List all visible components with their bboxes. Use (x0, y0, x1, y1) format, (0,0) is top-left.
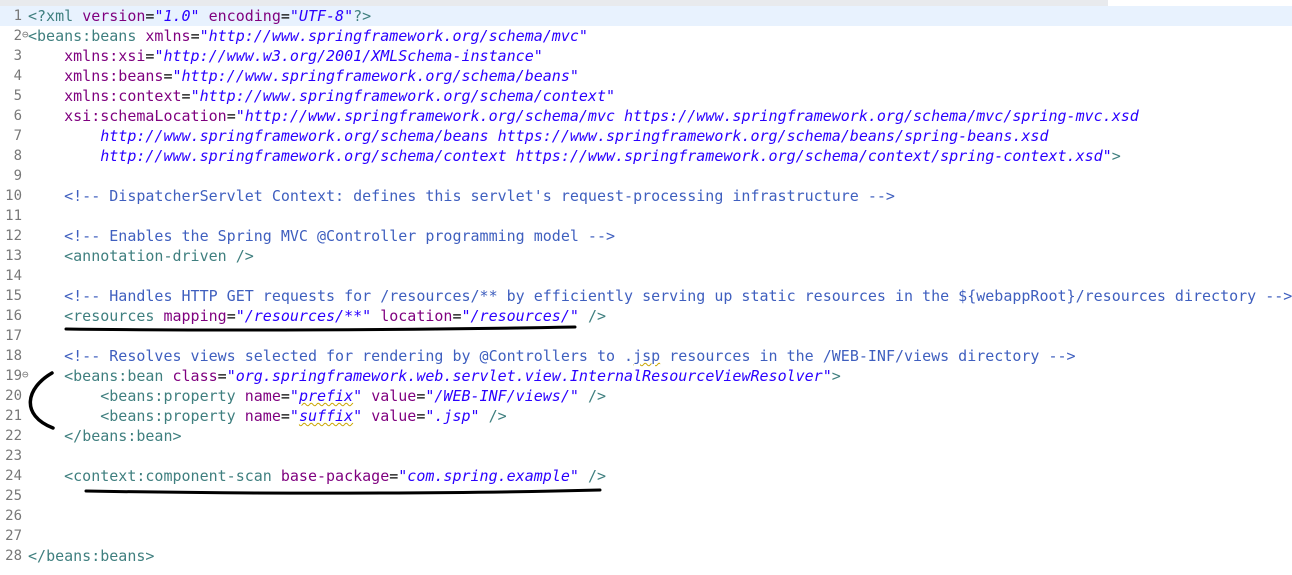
code-text: <annotation-driven /> (64, 247, 254, 265)
line-number: 21 (5, 408, 22, 424)
code-text: <!-- Resolves views selected for renderi… (64, 347, 1076, 365)
code-line[interactable]: 19 ⊖ <beans:bean class="org.springframewo… (0, 366, 1292, 386)
line-number: 16 (5, 308, 22, 324)
code-line[interactable]: 27 (0, 526, 1292, 546)
line-number: 7 (13, 128, 22, 144)
code-text: http://www.springframework.org/schema/be… (100, 127, 1049, 145)
line-number: 2 ⊖ (0, 26, 29, 46)
code-line[interactable]: 28 </beans:beans> (0, 546, 1292, 566)
code-text: <beans:bean class="org.springframework.w… (64, 367, 841, 385)
line-number: 14 (5, 268, 22, 284)
code-text: xmlns:xsi="http://www.w3.org/2001/XMLSch… (64, 47, 543, 65)
line-number: 17 (5, 328, 22, 344)
code-text: xmlns:beans="http://www.springframework.… (64, 67, 579, 85)
code-line[interactable]: 2 ⊖ <beans:beans xmlns="http://www.springf… (0, 26, 1292, 46)
line-number: 1 (13, 8, 22, 24)
code-line[interactable]: 3 xmlns:xsi="http://www.w3.org/2001/XMLS… (0, 46, 1292, 66)
line-number: 27 (5, 528, 22, 544)
code-line[interactable]: 7 http://www.springframework.org/schema/… (0, 126, 1292, 146)
code-line[interactable]: 13 <annotation-driven /> (0, 246, 1292, 266)
code-text: http://www.springframework.org/schema/co… (100, 147, 1121, 165)
line-number: 9 (13, 168, 22, 184)
line-number: 19 ⊖ (0, 366, 28, 386)
line-number: 25 (5, 488, 22, 504)
line-number: 11 (5, 208, 22, 224)
code-line[interactable]: 1 <?xml version="1.0" encoding="UTF-8"?> (0, 6, 1292, 26)
code-text: <context:component-scan base-package="co… (64, 467, 606, 485)
code-line[interactable]: 9 (0, 166, 1292, 186)
line-number: 28 (5, 548, 22, 564)
code-line[interactable]: 4 xmlns:beans="http://www.springframewor… (0, 66, 1292, 86)
code-line[interactable]: 14 (0, 266, 1292, 286)
line-number: 20 (5, 388, 22, 404)
code-line[interactable]: 10 <!-- DispatcherServlet Context: defin… (0, 186, 1292, 206)
line-number: 18 (5, 348, 22, 364)
line-number: 12 (5, 228, 22, 244)
line-number: 6 (13, 108, 22, 124)
code-line[interactable]: 17 (0, 326, 1292, 346)
code-line[interactable]: 15 <!-- Handles HTTP GET requests for /r… (0, 286, 1292, 306)
line-number: 5 (13, 88, 22, 104)
code-text: xsi:schemaLocation="http://www.springfra… (64, 107, 1139, 125)
code-line[interactable]: 6 xsi:schemaLocation="http://www.springf… (0, 106, 1292, 126)
line-number: 23 (5, 448, 22, 464)
code-line[interactable]: 11 (0, 206, 1292, 226)
code-line[interactable]: 21 <beans:property name="suffix" value="… (0, 406, 1292, 426)
code-text: xmlns:context="http://www.springframewor… (64, 87, 616, 105)
code-line[interactable]: 25 (0, 486, 1292, 506)
code-line[interactable]: 8 http://www.springframework.org/schema/… (0, 146, 1292, 166)
line-number: 3 (13, 48, 22, 64)
code-line[interactable]: 12 <!-- Enables the Spring MVC @Controll… (0, 226, 1292, 246)
line-number: 26 (5, 508, 22, 524)
code-text: </beans:beans> (28, 547, 155, 565)
code-line[interactable]: 22 </beans:bean> (0, 426, 1292, 446)
code-text: </beans:bean> (64, 427, 182, 445)
line-number: 22 (5, 428, 22, 444)
line-number: 8 (13, 148, 22, 164)
code-text: <beans:beans xmlns="http://www.springfra… (28, 27, 588, 45)
code-line[interactable]: 24 <context:component-scan base-package=… (0, 466, 1292, 486)
code-line[interactable]: 23 (0, 446, 1292, 466)
code-text: <!-- Enables the Spring MVC @Controller … (64, 227, 616, 245)
line-number: 24 (5, 468, 22, 484)
code-text: <?xml version="1.0" encoding="UTF-8"?> (28, 7, 372, 25)
code-line[interactable]: 20 <beans:property name="prefix" value="… (0, 386, 1292, 406)
line-number: 4 (13, 68, 22, 84)
line-number: 15 (5, 288, 22, 304)
code-line[interactable]: 26 (0, 506, 1292, 526)
code-line[interactable]: 5 xmlns:context="http://www.springframew… (0, 86, 1292, 106)
line-number: 10 (5, 188, 22, 204)
code-line[interactable]: 16 <resources mapping="/resources/**" lo… (0, 306, 1292, 326)
code-text: <beans:property name="suffix" value=".js… (100, 407, 507, 425)
code-text: <!-- Handles HTTP GET requests for /reso… (64, 287, 1292, 305)
code-line[interactable]: 18 <!-- Resolves views selected for rend… (0, 346, 1292, 366)
line-number: 13 (5, 248, 22, 264)
code-text: <!-- DispatcherServlet Context: defines … (64, 187, 895, 205)
code-text: <resources mapping="/resources/**" locat… (64, 307, 606, 325)
code-text: <beans:property name="prefix" value="/WE… (100, 387, 606, 405)
